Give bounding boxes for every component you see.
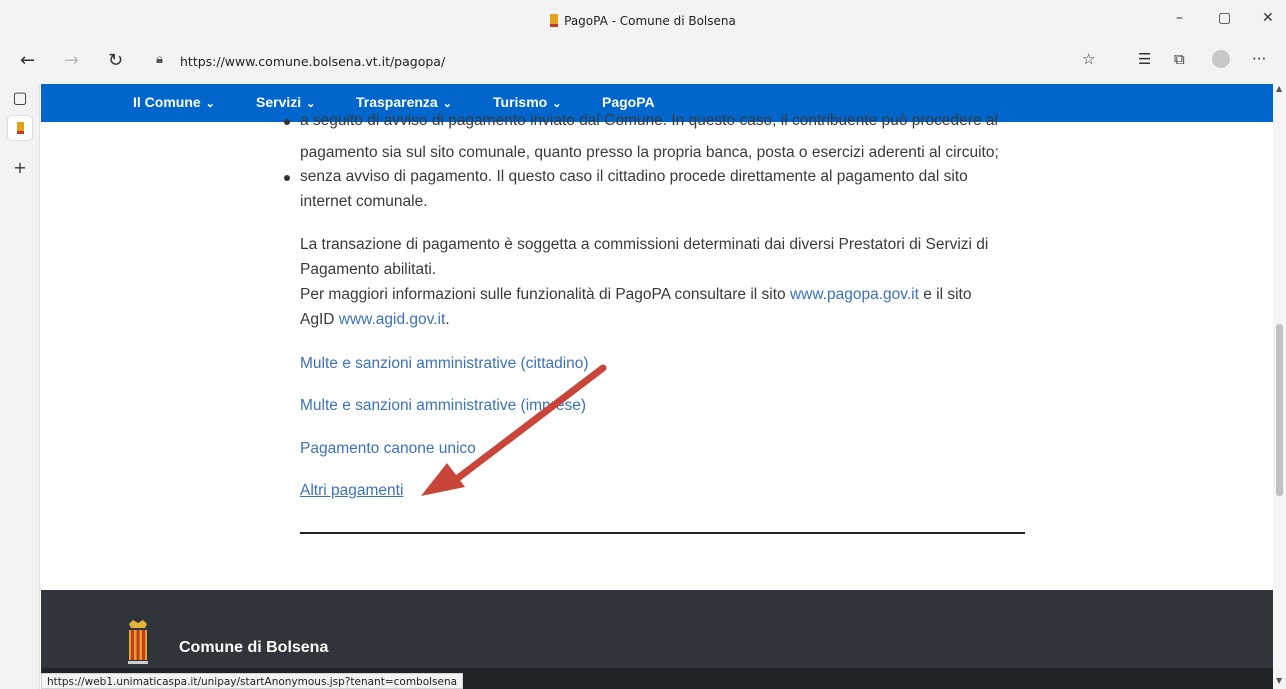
back-button[interactable]: ← — [20, 50, 35, 71]
window-title: PagoPA - Comune di Bolsena — [0, 14, 1286, 28]
page-viewport: Il Comune ⌄ Servizi ⌄ Trasparenza ⌄ Turismo… — [41, 84, 1273, 689]
url-text[interactable]: https://www.comune.bolsena.vt.it/pagopa/ — [180, 54, 445, 69]
restore-button[interactable]: ▢ — [1218, 10, 1231, 26]
new-tab-button[interactable]: + — [8, 156, 32, 180]
forward-button[interactable]: → — [64, 50, 79, 71]
close-button[interactable]: ✕ — [1262, 10, 1274, 26]
scrollbar-thumb[interactable] — [1276, 324, 1283, 496]
vertical-tabs-sidebar: ▢ + — [0, 84, 40, 689]
window-title-text: PagoPA - Comune di Bolsena — [564, 14, 736, 28]
scroll-down-icon[interactable]: ▼ — [1276, 676, 1282, 685]
address-bar[interactable]: 🔒︎ https://www.comune.bolsena.vt.it/pago… — [150, 46, 1100, 74]
favorites-add-icon[interactable]: ☆ — [1082, 50, 1095, 68]
browser-titlebar: PagoPA - Comune di Bolsena – ▢ ✕ — [0, 0, 1286, 42]
collections-icon[interactable]: ⧉ — [1174, 50, 1185, 68]
tab-pagopa[interactable] — [8, 116, 32, 140]
lock-icon: 🔒︎ — [156, 52, 163, 67]
browser-toolbar: ← → ↻ 🔒︎ https://www.comune.bolsena.vt.i… — [0, 42, 1286, 84]
favorites-icon[interactable]: ☰ — [1138, 50, 1151, 68]
annotation-arrow — [421, 364, 607, 496]
scroll-up-icon[interactable]: ▲ — [1276, 84, 1282, 93]
tab-actions-icon[interactable]: ▢ — [8, 86, 32, 110]
minimize-button[interactable]: – — [1176, 10, 1183, 26]
refresh-button[interactable]: ↻ — [108, 50, 123, 71]
status-bar-url: https://web1.unimaticaspa.it/unipay/star… — [41, 673, 464, 689]
page-scrollbar[interactable]: ▲ ▼ — [1273, 84, 1286, 689]
profile-icon[interactable] — [1212, 50, 1230, 68]
more-menu-button[interactable]: ··· — [1252, 50, 1266, 68]
tab-favicon-icon — [16, 122, 24, 134]
site-favicon-icon — [550, 14, 559, 27]
